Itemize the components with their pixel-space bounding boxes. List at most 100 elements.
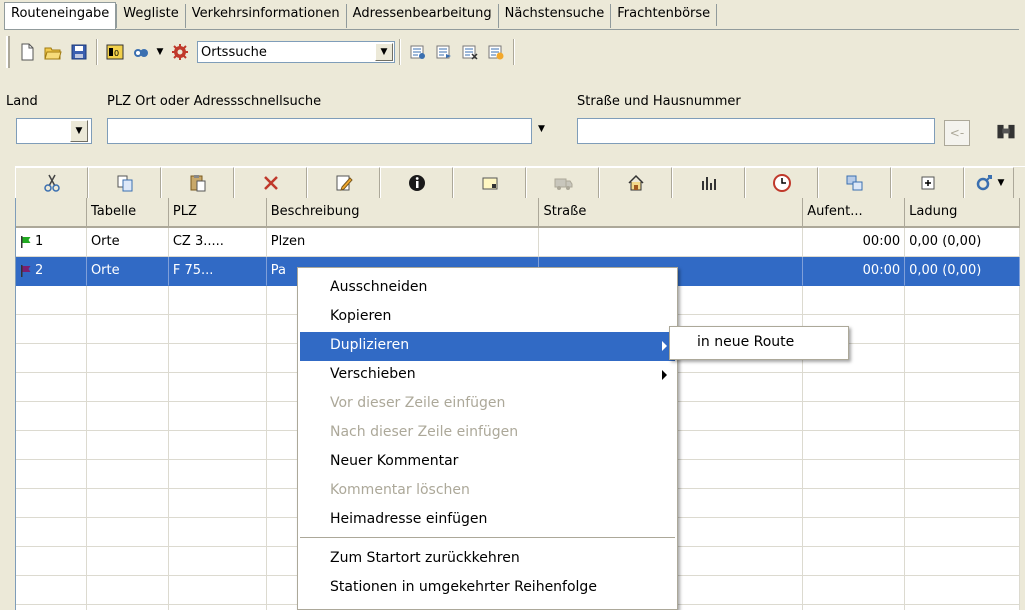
search-mode-select[interactable]: Ortssuche ▼ (197, 41, 395, 63)
chevron-down-icon[interactable]: ▼ (154, 40, 166, 65)
empty-cell (905, 402, 1020, 431)
chevron-down-icon[interactable]: ▼ (998, 178, 1005, 188)
menu-separator (300, 537, 675, 538)
paste-icon[interactable] (161, 167, 234, 199)
menu-item-startort[interactable]: Zum Startort zurückkehren (300, 545, 675, 574)
empty-cell (905, 315, 1020, 344)
empty-cell (16, 547, 87, 576)
route-icon-2[interactable] (431, 40, 456, 65)
cut-icon[interactable] (15, 167, 88, 199)
empty-cell (905, 489, 1020, 518)
duplicate-submenu: in neue Route (669, 326, 849, 360)
empty-cell (86, 315, 169, 344)
save-icon[interactable] (66, 40, 91, 65)
plz-search-input[interactable] (107, 118, 532, 144)
cell-strasse (539, 228, 804, 257)
swap-icon[interactable] (818, 167, 891, 199)
menu-item-umgekehrt[interactable]: Stationen in umgekehrter Reihenfolge (300, 574, 675, 603)
header-beschreibung[interactable]: Beschreibung (266, 198, 540, 228)
empty-cell (803, 431, 906, 460)
info-icon[interactable] (380, 167, 453, 199)
empty-cell (803, 547, 906, 576)
header-tabelle[interactable]: Tabelle (86, 198, 169, 228)
route-icon-4[interactable] (483, 40, 508, 65)
edit-icon[interactable] (307, 167, 380, 199)
empty-cell (16, 315, 87, 344)
tab-routeneingabe[interactable]: Routeneingabe (4, 2, 117, 29)
table-row[interactable]: 1 Orte CZ 3..... Plzen 00:00 0,00 (0,00) (16, 228, 1020, 257)
home-icon[interactable] (599, 167, 672, 199)
street-input[interactable] (577, 118, 935, 144)
empty-cell (16, 576, 87, 605)
empty-cell (168, 518, 267, 547)
menu-item-ausschneiden[interactable]: Ausschneiden (300, 274, 675, 303)
menu-item-in-neue-route[interactable]: in neue Route (670, 327, 848, 350)
flag-icon (21, 235, 31, 248)
back-button[interactable]: <- (944, 120, 970, 146)
header-plz[interactable]: PLZ (168, 198, 267, 228)
table-header: Tabelle PLZ Beschreibung Straße Aufent..… (16, 198, 1020, 228)
chart-icon[interactable] (672, 167, 745, 199)
gender-icon[interactable]: ▼ (964, 167, 1014, 199)
header-aufenthalt[interactable]: Aufent... (803, 198, 906, 228)
tab-wegliste[interactable]: Wegliste (116, 4, 184, 28)
tab-frachtenboerse[interactable]: Frachtenbörse (610, 4, 716, 28)
binoculars-icon[interactable] (993, 118, 1018, 143)
empty-cell (86, 286, 169, 315)
header-index[interactable] (16, 198, 87, 228)
menu-item-verschieben[interactable]: Verschieben (300, 361, 675, 390)
empty-cell (168, 431, 267, 460)
menu-item-kopieren[interactable]: Kopieren (300, 303, 675, 332)
empty-cell (86, 547, 169, 576)
menu-item-label: Vor dieser Zeile einfügen (330, 395, 506, 411)
empty-cell (168, 402, 267, 431)
empty-cell (16, 460, 87, 489)
empty-cell (803, 373, 906, 402)
empty-cell (803, 576, 906, 605)
header-strasse[interactable]: Straße (539, 198, 804, 228)
route-icon-1[interactable] (405, 40, 430, 65)
chevron-down-icon[interactable]: ▼ (70, 120, 88, 142)
delete-icon[interactable] (234, 167, 307, 199)
street-label: Straße und Hausnummer (577, 94, 741, 109)
empty-cell (905, 576, 1020, 605)
menu-item-label: Verschieben (330, 366, 416, 382)
svg-text:0: 0 (114, 49, 119, 58)
clock-icon[interactable] (745, 167, 818, 199)
submenu-arrow-icon (662, 341, 667, 351)
note-icon[interactable] (453, 167, 526, 199)
menu-item-heimadresse[interactable]: Heimadresse einfügen (300, 506, 675, 535)
tab-bar-end (716, 4, 718, 26)
new-document-icon[interactable] (14, 40, 39, 65)
info-panel-icon[interactable]: 0 (102, 40, 127, 65)
empty-cell (86, 431, 169, 460)
empty-cell (168, 460, 267, 489)
header-ladung[interactable]: Ladung (905, 198, 1020, 228)
empty-cell (905, 605, 1020, 610)
empty-cell (803, 605, 906, 610)
empty-cell (87, 605, 169, 610)
chevron-down-icon[interactable]: ▼ (538, 124, 545, 134)
land-label: Land (6, 94, 38, 109)
empty-cell (86, 489, 169, 518)
settings-gear-icon[interactable] (167, 40, 192, 65)
tab-verkehrsinformationen[interactable]: Verkehrsinformationen (184, 4, 346, 28)
open-folder-icon[interactable] (40, 40, 65, 65)
tab-adressenbearbeitung[interactable]: Adressenbearbeitung (345, 4, 498, 28)
empty-cell (905, 286, 1020, 315)
menu-item-duplizieren[interactable]: Duplizieren (300, 332, 675, 361)
add-icon[interactable] (891, 167, 964, 199)
toolbar-separator (399, 39, 401, 65)
copy-icon[interactable] (88, 167, 161, 199)
route-icon-3[interactable] (457, 40, 482, 65)
empty-cell (16, 489, 87, 518)
chevron-down-icon[interactable]: ▼ (375, 43, 393, 61)
tab-naechstensuche[interactable]: Nächstensuche (497, 4, 611, 28)
toolbar-grip[interactable] (6, 36, 10, 68)
menu-item-neuer-kommentar[interactable]: Neuer Kommentar (300, 448, 675, 477)
row-number: 1 (35, 234, 44, 249)
empty-cell (16, 605, 87, 610)
binoculars-icon[interactable] (128, 40, 153, 65)
main-toolbar: 0 ▼ Ortssuche ▼ (6, 31, 1021, 73)
search-mode-value: Ortssuche (201, 44, 267, 60)
